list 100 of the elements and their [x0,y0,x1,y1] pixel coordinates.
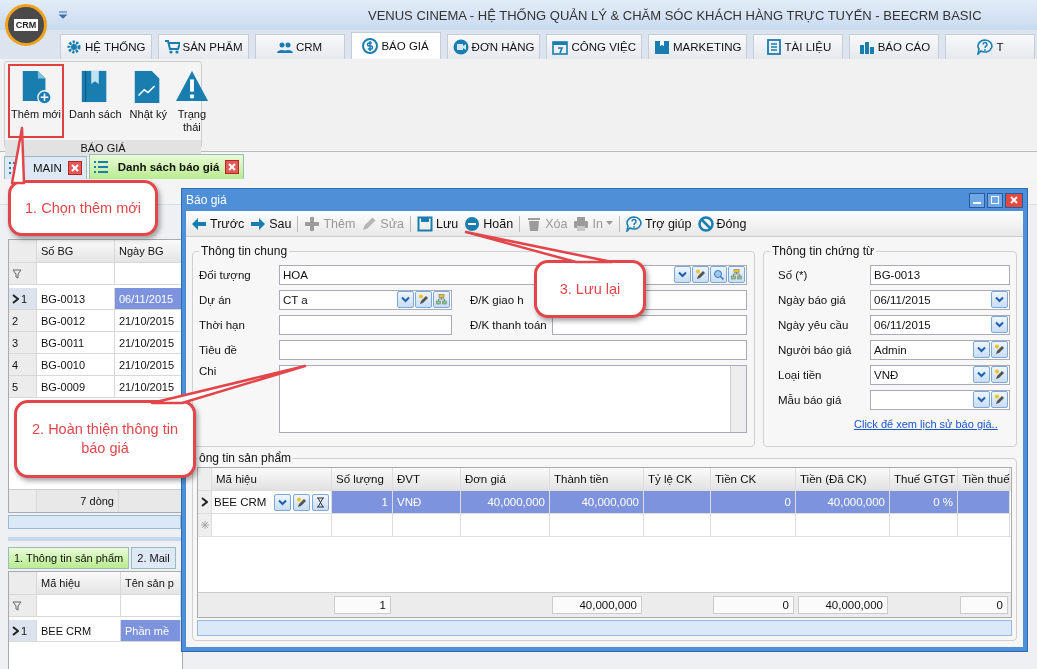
row-header[interactable]: 4 [9,354,37,375]
combo-field[interactable]: Admin [870,339,1010,360]
relation-button[interactable] [728,266,745,283]
combo-field[interactable] [870,389,1010,410]
column-header[interactable]: Mã hiệu [212,468,332,490]
column-header[interactable]: Tiền thuế [958,468,1010,490]
horizontal-scrollbar[interactable] [8,515,181,529]
table-cell: 0 [711,491,796,513]
combo-field[interactable]: 06/11/2015 [870,314,1010,335]
dropdown-button[interactable] [973,366,990,383]
column-header[interactable]: Mã hiệu [37,572,121,594]
text-field[interactable]: BG-0013 [870,264,1010,285]
ribbon-tab[interactable]: TÀI LIỆU [753,34,844,59]
relation-button[interactable] [433,291,450,308]
row-header[interactable]: 5 [9,376,37,397]
ribbon-tab[interactable]: ĐƠN HÀNG [446,34,541,59]
dropdown-button[interactable] [973,391,990,408]
relation-icon [436,294,447,305]
ribbon-button[interactable]: Trạng thái [171,64,212,138]
search-button[interactable] [710,266,727,283]
minimize-button[interactable] [969,192,985,208]
ribbon-tab[interactable]: BÁO GIÁ [350,32,441,59]
column-header[interactable]: Tiền CK [711,468,796,490]
hourglass-icon [315,496,326,508]
cell-editor[interactable]: BEE CRM [212,491,332,513]
table-cell: 40,000,000 [796,491,890,513]
column-header[interactable]: Số lượng [332,468,393,490]
edit-button[interactable] [991,366,1008,383]
close-button[interactable] [67,161,82,175]
text-field[interactable] [552,314,747,335]
ribbon-tab[interactable]: HỆ THỐNG [60,34,152,59]
close-button[interactable] [225,160,240,174]
close-button[interactable] [1005,192,1023,208]
row-header[interactable] [198,491,212,513]
ribbon-button[interactable]: Nhật ký [126,64,170,138]
column-header[interactable]: Tiền (Đã CK) [796,468,890,490]
column-header[interactable]: ĐVT [393,468,461,490]
text-field[interactable] [279,339,747,360]
toolbar-button[interactable]: Trợ giúp [625,215,692,232]
dropdown-button[interactable] [973,341,990,358]
row-header[interactable]: 3 [9,332,37,353]
toolbar-button[interactable]: Trước [191,215,245,232]
toolbar-button[interactable]: Đóng [697,215,747,232]
total-cell: 40,000,000 [552,596,642,614]
edit-button[interactable] [293,493,310,511]
history-link[interactable]: Click để xem lịch sử báo giá.. [854,418,998,430]
combo-field[interactable]: CT a [279,289,452,310]
row-header[interactable]: 1 [9,620,37,641]
maximize-button[interactable] [987,192,1003,208]
edit-button[interactable] [692,266,709,283]
edit-button[interactable] [991,391,1008,408]
camera-icon [452,39,469,55]
text-field[interactable] [279,314,452,335]
column-header[interactable]: Số BG [37,240,115,262]
field-label: Mẫu báo giá [777,393,843,406]
combo-field[interactable]: 06/11/2015 [870,289,1010,310]
total-cell: 1 [334,596,391,614]
document-tab[interactable]: Danh sách báo giá [88,154,245,179]
close-icon [1010,196,1018,204]
edit-button[interactable] [415,291,432,308]
row-header[interactable]: 1 [9,288,37,309]
edit-button[interactable] [991,341,1008,358]
group-title: ông tin sản phẩm [198,451,293,465]
hourglass-button[interactable] [312,493,329,511]
table-cell: BG-0012 [37,310,115,331]
ribbon-tab[interactable]: T [945,34,1036,59]
ribbon-button[interactable]: Thêm mới [8,64,64,138]
combo-field[interactable]: VNĐ [870,364,1010,385]
dropdown-button[interactable] [674,266,691,283]
document-icon [765,39,782,55]
dropdown-button[interactable] [274,493,291,511]
horizontal-scrollbar[interactable] [197,620,1012,636]
ribbon-tab[interactable]: CRM [254,34,345,59]
column-header[interactable]: Đơn giá [461,468,550,490]
close-icon [70,164,79,172]
dropdown-icon [976,344,987,355]
dropdown-button[interactable] [397,291,414,308]
toolbar-button[interactable]: Hoãn [464,215,514,232]
toolbar-button[interactable]: Sau [250,215,292,232]
field-label: Loại tiền [777,368,823,381]
column-header[interactable]: Thành tiền [550,468,644,490]
row-header[interactable]: 2 [9,310,37,331]
ribbon-button[interactable]: Danh sách [66,64,125,138]
maximize-icon [991,196,999,204]
no-entry-icon [697,215,714,232]
column-header[interactable]: Thuế GTGT [890,468,958,490]
column-header[interactable]: Tỷ lệ CK [644,468,711,490]
ribbon-tab[interactable]: CÔNG VIỆC [546,34,642,59]
dropdown-button[interactable] [991,316,1008,333]
tab[interactable]: 1. Thông tin sản phẩm [8,547,130,569]
tab[interactable]: 2. Mail [131,547,176,569]
toolbar-button[interactable]: Lưu [417,215,459,232]
table-cell: 0 % [890,491,958,513]
row-number: 2 [12,314,19,327]
dollar-icon [362,38,379,54]
dropdown-button[interactable] [991,291,1008,308]
ribbon-tab[interactable]: BÁO CÁO [849,34,940,59]
ribbon-tab[interactable]: SẢN PHẨM [157,34,249,59]
ribbon-tab[interactable]: MARKETING [648,34,748,59]
vertical-scrollbar[interactable] [730,366,746,432]
